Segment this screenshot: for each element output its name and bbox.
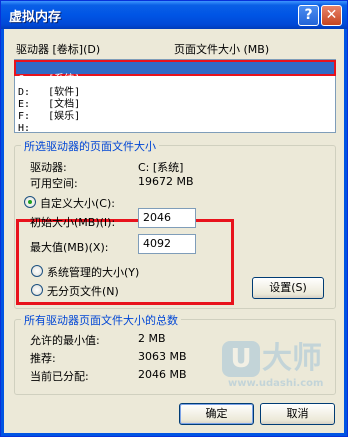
drive-row-name: H: [18,123,31,134]
watermark-badge: U [222,341,260,377]
watermark-text: 大师 [262,341,322,376]
ok-button[interactable]: 确定 [179,403,254,425]
max-size-input[interactable]: 4092 [138,234,196,254]
title-bar[interactable]: 虚拟内存 ? ✕ [1,1,347,29]
no-paging-file-radio[interactable] [31,284,43,296]
set-button[interactable]: 设置(S) [252,277,324,299]
max-size-label: 最大值(MB)(X): [30,241,109,254]
drive-value: C: [系统] [138,161,184,174]
currently-allocated-value: 2046 MB [138,368,187,381]
size-column-header: 页面文件大小 (MB) [174,43,270,56]
dialog-body: 驱动器 [卷标](D) 页面文件大小 (MB) C: [系统] 2046 - 4… [4,29,344,433]
selected-drive-group-title: 所选驱动器的页面文件大小 [21,138,159,154]
min-allowed-value: 2 MB [138,332,166,345]
available-space-label: 可用空间: [30,177,78,190]
watermark-url: www.udashi.com [228,378,324,389]
available-space-value: 19672 MB [138,175,194,188]
recommended-value: 3063 MB [138,350,187,363]
window-title: 虚拟内存 [9,10,62,25]
currently-allocated-label: 当前已分配: [30,370,89,383]
drive-list[interactable]: C: [系统] 2046 - 4092 D: [软件] E: [文档] F: [… [14,59,336,134]
drive-row-f[interactable]: F: [娱乐] [16,99,334,122]
drive-row-d[interactable]: D: [软件] [16,75,334,98]
help-button[interactable]: ? [298,5,319,26]
custom-size-radio[interactable] [24,196,36,208]
system-managed-radio[interactable] [31,265,43,277]
drive-column-header: 驱动器 [卷标](D) [16,43,101,56]
drive-row-e[interactable]: E: [文档] [16,87,334,110]
close-button[interactable]: ✕ [321,5,342,26]
custom-size-label[interactable]: 自定义大小(C): [40,195,115,211]
recommended-label: 推荐: [30,352,56,365]
drive-label: 驱动器: [30,161,67,174]
udashi-watermark: U 大师 www.udashi.com [222,341,342,391]
cancel-button[interactable]: 取消 [260,403,335,425]
drive-row-h[interactable]: H: [16,111,334,134]
initial-size-input[interactable]: 2046 [138,208,196,228]
virtual-memory-dialog: 虚拟内存 ? ✕ 驱动器 [卷标](D) 页面文件大小 (MB) C: [系统]… [0,0,348,437]
no-paging-file-label[interactable]: 无分页文件(N) [47,283,119,299]
min-allowed-label: 允许的最小值: [30,334,100,347]
drive-row-c[interactable]: C: [系统] 2046 - 4092 [14,60,336,97]
initial-size-label: 初始大小(MB)(I): [30,216,116,229]
system-managed-label[interactable]: 系统管理的大小(Y) [47,264,139,280]
totals-group-title: 所有驱动器页面文件大小的总数 [21,312,181,328]
